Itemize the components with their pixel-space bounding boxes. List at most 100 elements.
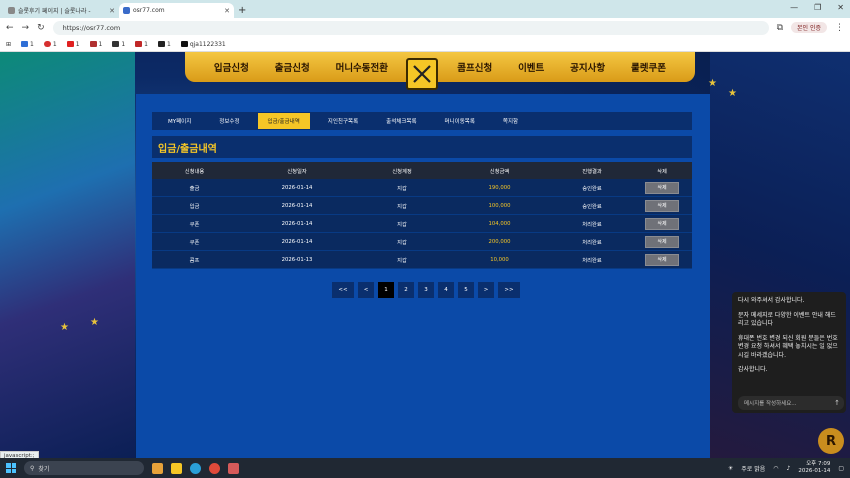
cell-result: 처리완료 — [582, 257, 602, 264]
cell-result: 처리완료 — [582, 221, 602, 228]
notification-icon[interactable]: ▢ — [838, 465, 844, 472]
bookmark-item[interactable]: 1 — [89, 41, 102, 48]
delete-button[interactable]: 삭제 — [645, 235, 679, 248]
back-icon[interactable]: ← — [6, 23, 14, 33]
app-icon[interactable] — [228, 462, 239, 474]
menu-withdraw[interactable]: 출금신청 — [275, 60, 310, 74]
star-icon: ★ — [90, 317, 99, 328]
page-last-button[interactable]: >> — [498, 282, 520, 298]
cell-account: 지갑 — [397, 221, 407, 228]
chat-message: 다시 와주셔서 감사합니다. — [738, 297, 805, 304]
cell-delete: 삭제 — [632, 217, 692, 230]
cell-amount: 100,000 — [488, 202, 511, 209]
url-field[interactable]: https://osr77.com — [52, 20, 769, 35]
cell-delete: 삭제 — [632, 181, 692, 194]
app-icon[interactable] — [171, 462, 182, 474]
menu-icon[interactable]: ⋮ — [835, 23, 844, 33]
browser-tab-1[interactable]: osr77.com ✕ — [119, 3, 234, 18]
cell-amount: 104,000 — [488, 220, 511, 227]
close-window-icon[interactable]: ✕ — [837, 3, 844, 12]
cell-result: 처리완료 — [582, 239, 602, 246]
chat-popup: 다시 와주셔서 감사합니다. 문자 메세지로 다양한 이벤트 안내 해드리고 있… — [732, 292, 846, 413]
minimize-icon[interactable]: — — [790, 3, 798, 12]
delete-button[interactable]: 삭제 — [645, 199, 679, 212]
cell-date: 2026-01-14 — [281, 220, 313, 227]
bookmark-item[interactable]: 1 — [112, 41, 125, 48]
bookmarks-bar: ⊞ 1 1 1 1 1 1 1 qja1122331 — [0, 37, 850, 52]
delete-button[interactable]: 삭제 — [645, 253, 679, 266]
apps-icon[interactable]: ⊞ — [6, 41, 11, 48]
bookmark-item[interactable]: 1 — [21, 41, 34, 48]
bookmark-favicon-icon — [112, 41, 120, 47]
page-next-button[interactable]: > — [478, 282, 494, 298]
menu-roulette[interactable]: 룰렛쿠폰 — [631, 60, 666, 74]
cell-delete: 삭제 — [632, 253, 692, 266]
close-icon — [413, 65, 431, 83]
verify-button[interactable]: 본인 인증 — [791, 22, 827, 33]
page-button[interactable]: 3 — [418, 282, 434, 298]
column-header: 삭제 — [657, 168, 667, 175]
bookmark-item[interactable]: 1 — [43, 41, 57, 48]
menu-money-transfer[interactable]: 머니수동전환 — [336, 60, 388, 74]
subtab-deposit-withdraw-history[interactable]: 입금/출금내역 — [257, 113, 310, 129]
subtab-mypage[interactable]: MY페이지 — [158, 113, 201, 129]
delete-button[interactable]: 삭제 — [645, 217, 679, 230]
page-button[interactable]: 2 — [398, 282, 414, 298]
clock-time: 오후 7:09 — [806, 461, 831, 467]
bookmark-item[interactable]: 1 — [66, 41, 80, 48]
subtab-edit-info[interactable]: 정보수정 — [209, 113, 249, 129]
subtab-messages[interactable]: 쪽지함 — [493, 113, 528, 129]
cell-account: 지갑 — [397, 203, 407, 210]
menu-event[interactable]: 이벤트 — [518, 60, 544, 74]
windows-start-icon[interactable] — [6, 463, 16, 473]
clock[interactable]: 오후 7:09 2026-01-14 — [798, 461, 830, 475]
menu-comp[interactable]: 콤프신청 — [457, 60, 492, 74]
table-row: 쿠폰 2026-01-14 지갑 200,000 처리완료 삭제 — [152, 233, 692, 251]
subtab-attendance[interactable]: 출석체크목록 — [376, 113, 426, 129]
chat-launcher-button[interactable]: R — [818, 428, 844, 454]
subtab-money-move[interactable]: 머니이동목록 — [435, 113, 485, 129]
edge-icon[interactable] — [190, 462, 201, 474]
chrome-icon[interactable] — [209, 462, 220, 474]
url-text: https://osr77.com — [62, 23, 121, 32]
maximize-icon[interactable]: ❐ — [814, 3, 821, 12]
cell-delete: 삭제 — [632, 199, 692, 212]
page-first-button[interactable]: << — [332, 282, 354, 298]
extensions-icon[interactable]: ⧉ — [777, 23, 783, 33]
history-table: 신청내용 신청일자 신청계정 신청금액 진행결과 삭제 출금 2026-01-1… — [152, 162, 692, 269]
menu-notice[interactable]: 공지사항 — [570, 60, 605, 74]
bookmark-item[interactable]: 1 — [158, 41, 171, 48]
volume-icon[interactable]: ♪ — [787, 465, 791, 472]
taskbar-search[interactable]: ⚲ 찾기 — [24, 461, 144, 475]
page-button[interactable]: 4 — [438, 282, 454, 298]
page-button[interactable]: 5 — [458, 282, 474, 298]
close-tab-icon[interactable]: ✕ — [224, 7, 230, 15]
cell-type: 콤프 — [189, 257, 200, 264]
bookmark-favicon-icon — [21, 41, 29, 47]
page-prev-button[interactable]: < — [358, 282, 374, 298]
bookmark-item[interactable]: qja1122331 — [180, 41, 226, 48]
app-icon[interactable] — [152, 462, 163, 474]
wifi-icon[interactable]: ◠ — [773, 465, 778, 472]
browser-tab-0[interactable]: 슬롯후기 페이지 | 슬롯나라 - ✕ — [4, 3, 119, 18]
weather-text: 주로 맑음 — [741, 465, 766, 473]
close-panel-button[interactable] — [406, 58, 438, 90]
close-tab-icon[interactable]: ✕ — [109, 7, 115, 15]
new-tab-icon[interactable]: + — [238, 5, 246, 18]
cell-date: 2026-01-14 — [281, 238, 313, 245]
mypage-subtabs: MY페이지 정보수정 입금/출금내역 지인친구목록 출석체크목록 머니이동목록 … — [152, 112, 692, 130]
cell-account: 지갑 — [397, 185, 407, 192]
subtab-friends[interactable]: 지인친구목록 — [318, 113, 368, 129]
menu-deposit[interactable]: 입금신청 — [214, 60, 249, 74]
chat-input[interactable]: 메시지를 작성하세요... ↑ — [738, 396, 844, 410]
cell-amount: 10,000 — [490, 256, 509, 263]
window-controls: — ❐ ✕ — [790, 3, 844, 12]
forward-icon[interactable]: → — [22, 23, 30, 33]
cell-type: 입금 — [189, 203, 200, 210]
table-row: 입금 2026-01-14 지갑 100,000 승인완료 삭제 — [152, 197, 692, 215]
delete-button[interactable]: 삭제 — [645, 181, 679, 194]
page-button-current[interactable]: 1 — [378, 282, 394, 298]
reload-icon[interactable]: ↻ — [37, 23, 45, 33]
send-arrow-icon[interactable]: ↑ — [834, 399, 840, 407]
bookmark-item[interactable]: 1 — [135, 41, 148, 48]
